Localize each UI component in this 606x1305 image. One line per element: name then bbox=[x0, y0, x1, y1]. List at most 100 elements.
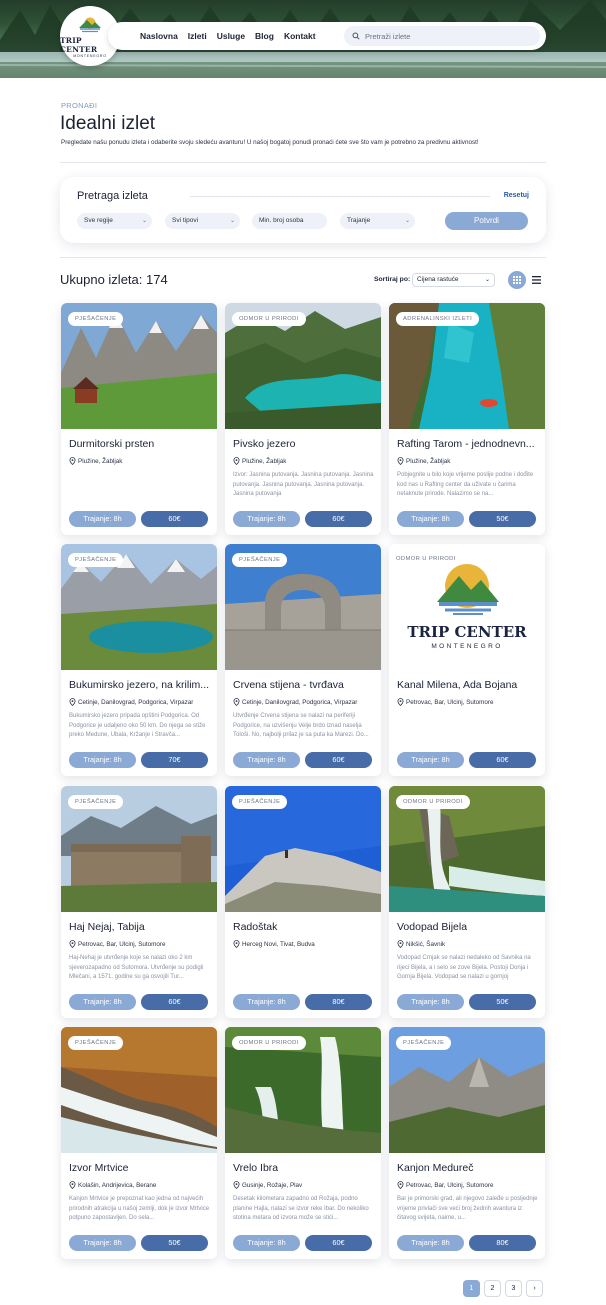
price-button[interactable]: 50€ bbox=[141, 1235, 208, 1251]
price-button[interactable]: 60€ bbox=[305, 1235, 372, 1251]
duration-button[interactable]: Trajanje: 8h bbox=[397, 1235, 464, 1251]
duration-button[interactable]: Trajanje: 8h bbox=[233, 1235, 300, 1251]
nav-link-naslovna[interactable]: Naslovna bbox=[140, 31, 178, 41]
location-pin-icon bbox=[69, 698, 76, 706]
nav-link-kontakt[interactable]: Kontakt bbox=[284, 31, 316, 41]
trip-card[interactable]: ODMOR U PRIRODI Vrelo Ibra Gusinje, Roža… bbox=[225, 1027, 381, 1259]
trip-card[interactable]: PJEŠAČENJE Radoštak Herceg Novi, Tivat, … bbox=[225, 786, 381, 1018]
page-button-3[interactable]: 3 bbox=[505, 1280, 522, 1297]
type-select[interactable]: Svi tipovi ⌄ bbox=[165, 213, 240, 229]
nav-link-usluge[interactable]: Usluge bbox=[217, 31, 245, 41]
duration-button[interactable]: Trajanje: 8h bbox=[69, 994, 136, 1010]
trip-title[interactable]: Crvena stijena - tvrđava bbox=[233, 679, 376, 691]
trip-location: Cetinje, Danilovgrad, Podgorica, Virpaza… bbox=[69, 698, 212, 706]
sort-select[interactable]: Cijena rastuće ⌄ bbox=[412, 273, 495, 287]
duration-button[interactable]: Trajanje: 8h bbox=[69, 752, 136, 768]
location-pin-icon bbox=[397, 457, 404, 465]
trip-title[interactable]: Vrelo Ibra bbox=[233, 1162, 376, 1174]
location-pin-icon bbox=[397, 940, 404, 948]
trip-card[interactable]: ODMOR U PRIRODI Pivsko jezero Plužine, Ž… bbox=[225, 303, 381, 535]
page-button-1[interactable]: 1 bbox=[463, 1280, 480, 1297]
duration-button[interactable]: Trajanje: 8h bbox=[233, 752, 300, 768]
duration-button[interactable]: Trajanje: 8h bbox=[233, 511, 300, 527]
reset-link[interactable]: Resetuj bbox=[504, 192, 529, 199]
category-badge: PJEŠAČENJE bbox=[396, 1036, 452, 1050]
price-button[interactable]: 60€ bbox=[141, 511, 208, 527]
chevron-down-icon: ⌄ bbox=[484, 277, 490, 283]
category-badge: ODMOR U PRIRODI bbox=[396, 795, 470, 809]
trip-title[interactable]: Izvor Mrtvice bbox=[69, 1162, 212, 1174]
submit-button[interactable]: Potvrdi bbox=[445, 212, 528, 230]
results-count: Ukupno izleta: 174 bbox=[60, 272, 168, 287]
trip-location-text: Petrovac, Bar, Ulcinj, Sutomore bbox=[78, 940, 166, 948]
list-view-button[interactable] bbox=[530, 273, 542, 287]
logo-mark-icon bbox=[79, 17, 101, 33]
grid-view-button[interactable] bbox=[508, 271, 526, 289]
trip-location-text: Cetinje, Danilovgrad, Podgorica, Virpaza… bbox=[242, 698, 358, 706]
search-filter-panel: Pretraga izleta Resetuj Sve regije ⌄ Svi… bbox=[60, 177, 546, 243]
search-input[interactable] bbox=[365, 31, 525, 41]
duration-button[interactable]: Trajanje: 8h bbox=[69, 511, 136, 527]
region-select-value: Sve regije bbox=[84, 217, 113, 224]
duration-button[interactable]: Trajanje: 8h bbox=[397, 752, 464, 768]
trip-card[interactable]: TRIP CENTER MONTENEGRO ODMOR U PRIRODI K… bbox=[389, 544, 545, 776]
trip-card[interactable]: PJEŠAČENJE Kanjon Medureč Petrovac, Bar,… bbox=[389, 1027, 545, 1259]
category-badge: PJEŠAČENJE bbox=[68, 1036, 124, 1050]
trip-card[interactable]: PJEŠAČENJE Haj Nejaj, Tabija Petrovac, B… bbox=[61, 786, 217, 1018]
category-badge: ODMOR U PRIRODI bbox=[232, 312, 306, 326]
trip-title[interactable]: Kanjon Medureč bbox=[397, 1162, 540, 1174]
price-button[interactable]: 70€ bbox=[141, 752, 208, 768]
trip-title[interactable]: Radoštak bbox=[233, 921, 376, 933]
price-button[interactable]: 60€ bbox=[305, 752, 372, 768]
price-button[interactable]: 60€ bbox=[469, 752, 536, 768]
search-box[interactable] bbox=[344, 26, 540, 46]
trip-card[interactable]: PJEŠAČENJE Crvena stijena - tvrđava Ceti… bbox=[225, 544, 381, 776]
price-button[interactable]: 60€ bbox=[305, 511, 372, 527]
duration-select[interactable]: Trajanje ⌄ bbox=[340, 213, 415, 229]
duration-button[interactable]: Trajanje: 8h bbox=[69, 1235, 136, 1251]
region-select[interactable]: Sve regije ⌄ bbox=[77, 213, 152, 229]
trip-title[interactable]: Haj Nejaj, Tabija bbox=[69, 921, 212, 933]
trip-title[interactable]: Kanal Milena, Ada Bojana bbox=[397, 679, 540, 691]
nav-link-izleti[interactable]: Izleti bbox=[188, 31, 207, 41]
page-button-2[interactable]: 2 bbox=[484, 1280, 501, 1297]
nav-link-blog[interactable]: Blog bbox=[255, 31, 274, 41]
trip-location-text: Plužine, Žabljak bbox=[406, 457, 451, 465]
duration-button[interactable]: Trajanje: 8h bbox=[233, 994, 300, 1010]
trip-title[interactable]: Pivsko jezero bbox=[233, 438, 376, 450]
next-page-button[interactable]: › bbox=[526, 1280, 543, 1297]
trip-card[interactable]: PJEŠAČENJE Izvor Mrtvice Kolašin, Andrij… bbox=[61, 1027, 217, 1259]
price-button[interactable]: 50€ bbox=[469, 994, 536, 1010]
trip-description bbox=[397, 712, 539, 741]
price-button[interactable]: 60€ bbox=[141, 994, 208, 1010]
duration-button[interactable]: Trajanje: 8h bbox=[397, 994, 464, 1010]
category-badge: PJEŠAČENJE bbox=[68, 795, 124, 809]
trip-location-text: Cetinje, Danilovgrad, Podgorica, Virpaza… bbox=[78, 698, 194, 706]
min-people-input[interactable]: Min. broj osoba bbox=[252, 213, 327, 229]
trip-location: Petrovac, Bar, Ulcinj, Sutomore bbox=[397, 698, 540, 706]
trip-location: Cetinje, Danilovgrad, Podgorica, Virpaza… bbox=[233, 698, 376, 706]
trip-location-text: Petrovac, Bar, Ulcinj, Sutomore bbox=[406, 698, 494, 706]
category-badge: ADRENALINSKI IZLETI bbox=[396, 312, 480, 326]
trip-location: Petrovac, Bar, Ulcinj, Sutomore bbox=[69, 940, 212, 948]
list-icon bbox=[531, 276, 541, 284]
trip-card[interactable]: PJEŠAČENJE Durmitorski prsten Plužine, Ž… bbox=[61, 303, 217, 535]
trip-title[interactable]: Durmitorski prsten bbox=[69, 438, 212, 450]
divider bbox=[60, 162, 546, 163]
trip-location-text: Petrovac, Bar, Ulcinj, Sutomore bbox=[406, 1181, 494, 1189]
trip-title[interactable]: Bukumirsko jezero, na krilim... bbox=[69, 679, 212, 691]
price-button[interactable]: 50€ bbox=[469, 511, 536, 527]
trip-title[interactable]: Rafting Tarom - jednodnevn... bbox=[397, 438, 540, 450]
trip-location-text: Plužine, Žabljak bbox=[242, 457, 287, 465]
price-button[interactable]: 80€ bbox=[469, 1235, 536, 1251]
trip-description: Izvor: Jasnina putovanja. Jasnina putova… bbox=[233, 472, 374, 498]
price-button[interactable]: 80€ bbox=[305, 994, 372, 1010]
trip-card[interactable]: ADRENALINSKI IZLETI Rafting Tarom - jedn… bbox=[389, 303, 545, 535]
trip-card[interactable]: PJEŠAČENJE Bukumirsko jezero, na krilim.… bbox=[61, 544, 217, 776]
duration-select-value: Trajanje bbox=[347, 217, 371, 224]
page-eyebrow: PRONAĐI bbox=[61, 101, 98, 110]
trip-description: Pobjegnite u bilo koje vrijeme poslije p… bbox=[397, 472, 534, 498]
duration-button[interactable]: Trajanje: 8h bbox=[397, 511, 464, 527]
trip-card[interactable]: ODMOR U PRIRODI Vodopad Bijela Nikšić, Š… bbox=[389, 786, 545, 1018]
trip-title[interactable]: Vodopad Bijela bbox=[397, 921, 540, 933]
